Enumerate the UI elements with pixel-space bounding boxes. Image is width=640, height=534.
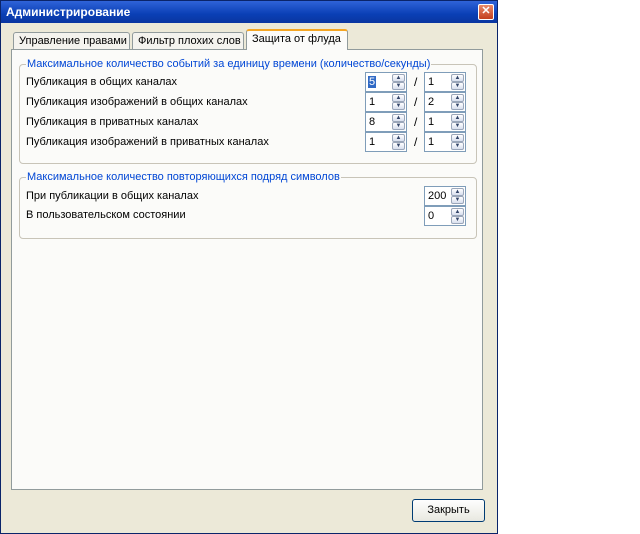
spinner-value[interactable]: 2 <box>428 96 434 108</box>
seconds-spinner[interactable]: 1 ▲ ▼ <box>424 132 466 152</box>
close-window-button[interactable]: ✕ <box>478 4 494 20</box>
spin-down-icon[interactable]: ▼ <box>451 82 464 90</box>
spinner-value[interactable]: 1 <box>428 116 434 128</box>
row-label: При публикации в общих каналах <box>26 190 199 202</box>
separator: / <box>414 75 418 89</box>
count-spinner[interactable]: 5 ▲ ▼ <box>365 72 407 92</box>
separator: / <box>414 135 418 149</box>
title-bar[interactable]: Администрирование ✕ <box>1 1 497 23</box>
close-icon: ✕ <box>481 5 491 17</box>
tab-label: Защита от флуда <box>252 33 341 45</box>
seconds-spinner[interactable]: 1 ▲ ▼ <box>424 72 466 92</box>
row-label: Публикация в приватных каналах <box>26 116 199 128</box>
spin-up-icon[interactable]: ▲ <box>451 134 464 142</box>
row-label: В пользовательском состоянии <box>26 209 186 221</box>
spin-up-icon[interactable]: ▲ <box>451 74 464 82</box>
group-title: Максимальное количество событий за едини… <box>26 58 432 70</box>
repeat-public-spinner[interactable]: 200 ▲ ▼ <box>424 186 466 206</box>
window-title: Администрирование <box>6 5 131 19</box>
spin-up-icon[interactable]: ▲ <box>392 134 405 142</box>
spinner-value[interactable]: 1 <box>369 96 375 108</box>
tab-bad-words-filter[interactable]: Фильтр плохих слов <box>132 32 244 50</box>
spin-up-icon[interactable]: ▲ <box>451 188 464 196</box>
repeat-status-spinner[interactable]: 0 ▲ ▼ <box>424 206 466 226</box>
spin-down-icon[interactable]: ▼ <box>392 102 405 110</box>
spinner-value[interactable]: 1 <box>369 136 375 148</box>
spinner-value[interactable]: 5 <box>368 76 377 88</box>
close-button[interactable]: Закрыть <box>412 499 485 522</box>
tab-rights-management[interactable]: Управление правами <box>13 32 130 50</box>
spin-up-icon[interactable]: ▲ <box>451 94 464 102</box>
spinner-value[interactable]: 200 <box>428 190 446 202</box>
spinner-value[interactable]: 1 <box>428 136 434 148</box>
tab-label: Управление правами <box>19 35 127 47</box>
group-title: Максимальное количество повторяющихся по… <box>26 171 341 183</box>
spin-up-icon[interactable]: ▲ <box>392 74 405 82</box>
row-label: Публикация в общих каналах <box>26 76 177 88</box>
spin-down-icon[interactable]: ▼ <box>451 122 464 130</box>
tab-panel: Максимальное количество событий за едини… <box>11 49 483 490</box>
count-spinner[interactable]: 1 ▲ ▼ <box>365 132 407 152</box>
close-button-label: Закрыть <box>427 504 470 516</box>
spinner-value[interactable]: 8 <box>369 116 375 128</box>
tab-label: Фильтр плохих слов <box>138 35 241 47</box>
count-spinner[interactable]: 8 ▲ ▼ <box>365 112 407 132</box>
spin-up-icon[interactable]: ▲ <box>392 114 405 122</box>
spin-down-icon[interactable]: ▼ <box>451 102 464 110</box>
repeated-chars-group: Максимальное количество повторяющихся по… <box>19 171 477 239</box>
spin-up-icon[interactable]: ▲ <box>392 94 405 102</box>
spin-down-icon[interactable]: ▼ <box>392 142 405 150</box>
separator: / <box>414 115 418 129</box>
spin-down-icon[interactable]: ▼ <box>392 82 405 90</box>
separator: / <box>414 95 418 109</box>
row-label: Публикация изображений в общих каналах <box>26 96 248 108</box>
seconds-spinner[interactable]: 2 ▲ ▼ <box>424 92 466 112</box>
spin-up-icon[interactable]: ▲ <box>451 114 464 122</box>
seconds-spinner[interactable]: 1 ▲ ▼ <box>424 112 466 132</box>
spin-down-icon[interactable]: ▼ <box>451 142 464 150</box>
spin-up-icon[interactable]: ▲ <box>451 208 464 216</box>
tab-flood-protection[interactable]: Защита от флуда <box>246 29 348 50</box>
spin-down-icon[interactable]: ▼ <box>392 122 405 130</box>
spin-down-icon[interactable]: ▼ <box>451 196 464 204</box>
spinner-value[interactable]: 0 <box>428 210 434 222</box>
spin-down-icon[interactable]: ▼ <box>451 216 464 224</box>
spinner-value[interactable]: 1 <box>428 76 434 88</box>
count-spinner[interactable]: 1 ▲ ▼ <box>365 92 407 112</box>
row-label: Публикация изображений в приватных канал… <box>26 136 269 148</box>
